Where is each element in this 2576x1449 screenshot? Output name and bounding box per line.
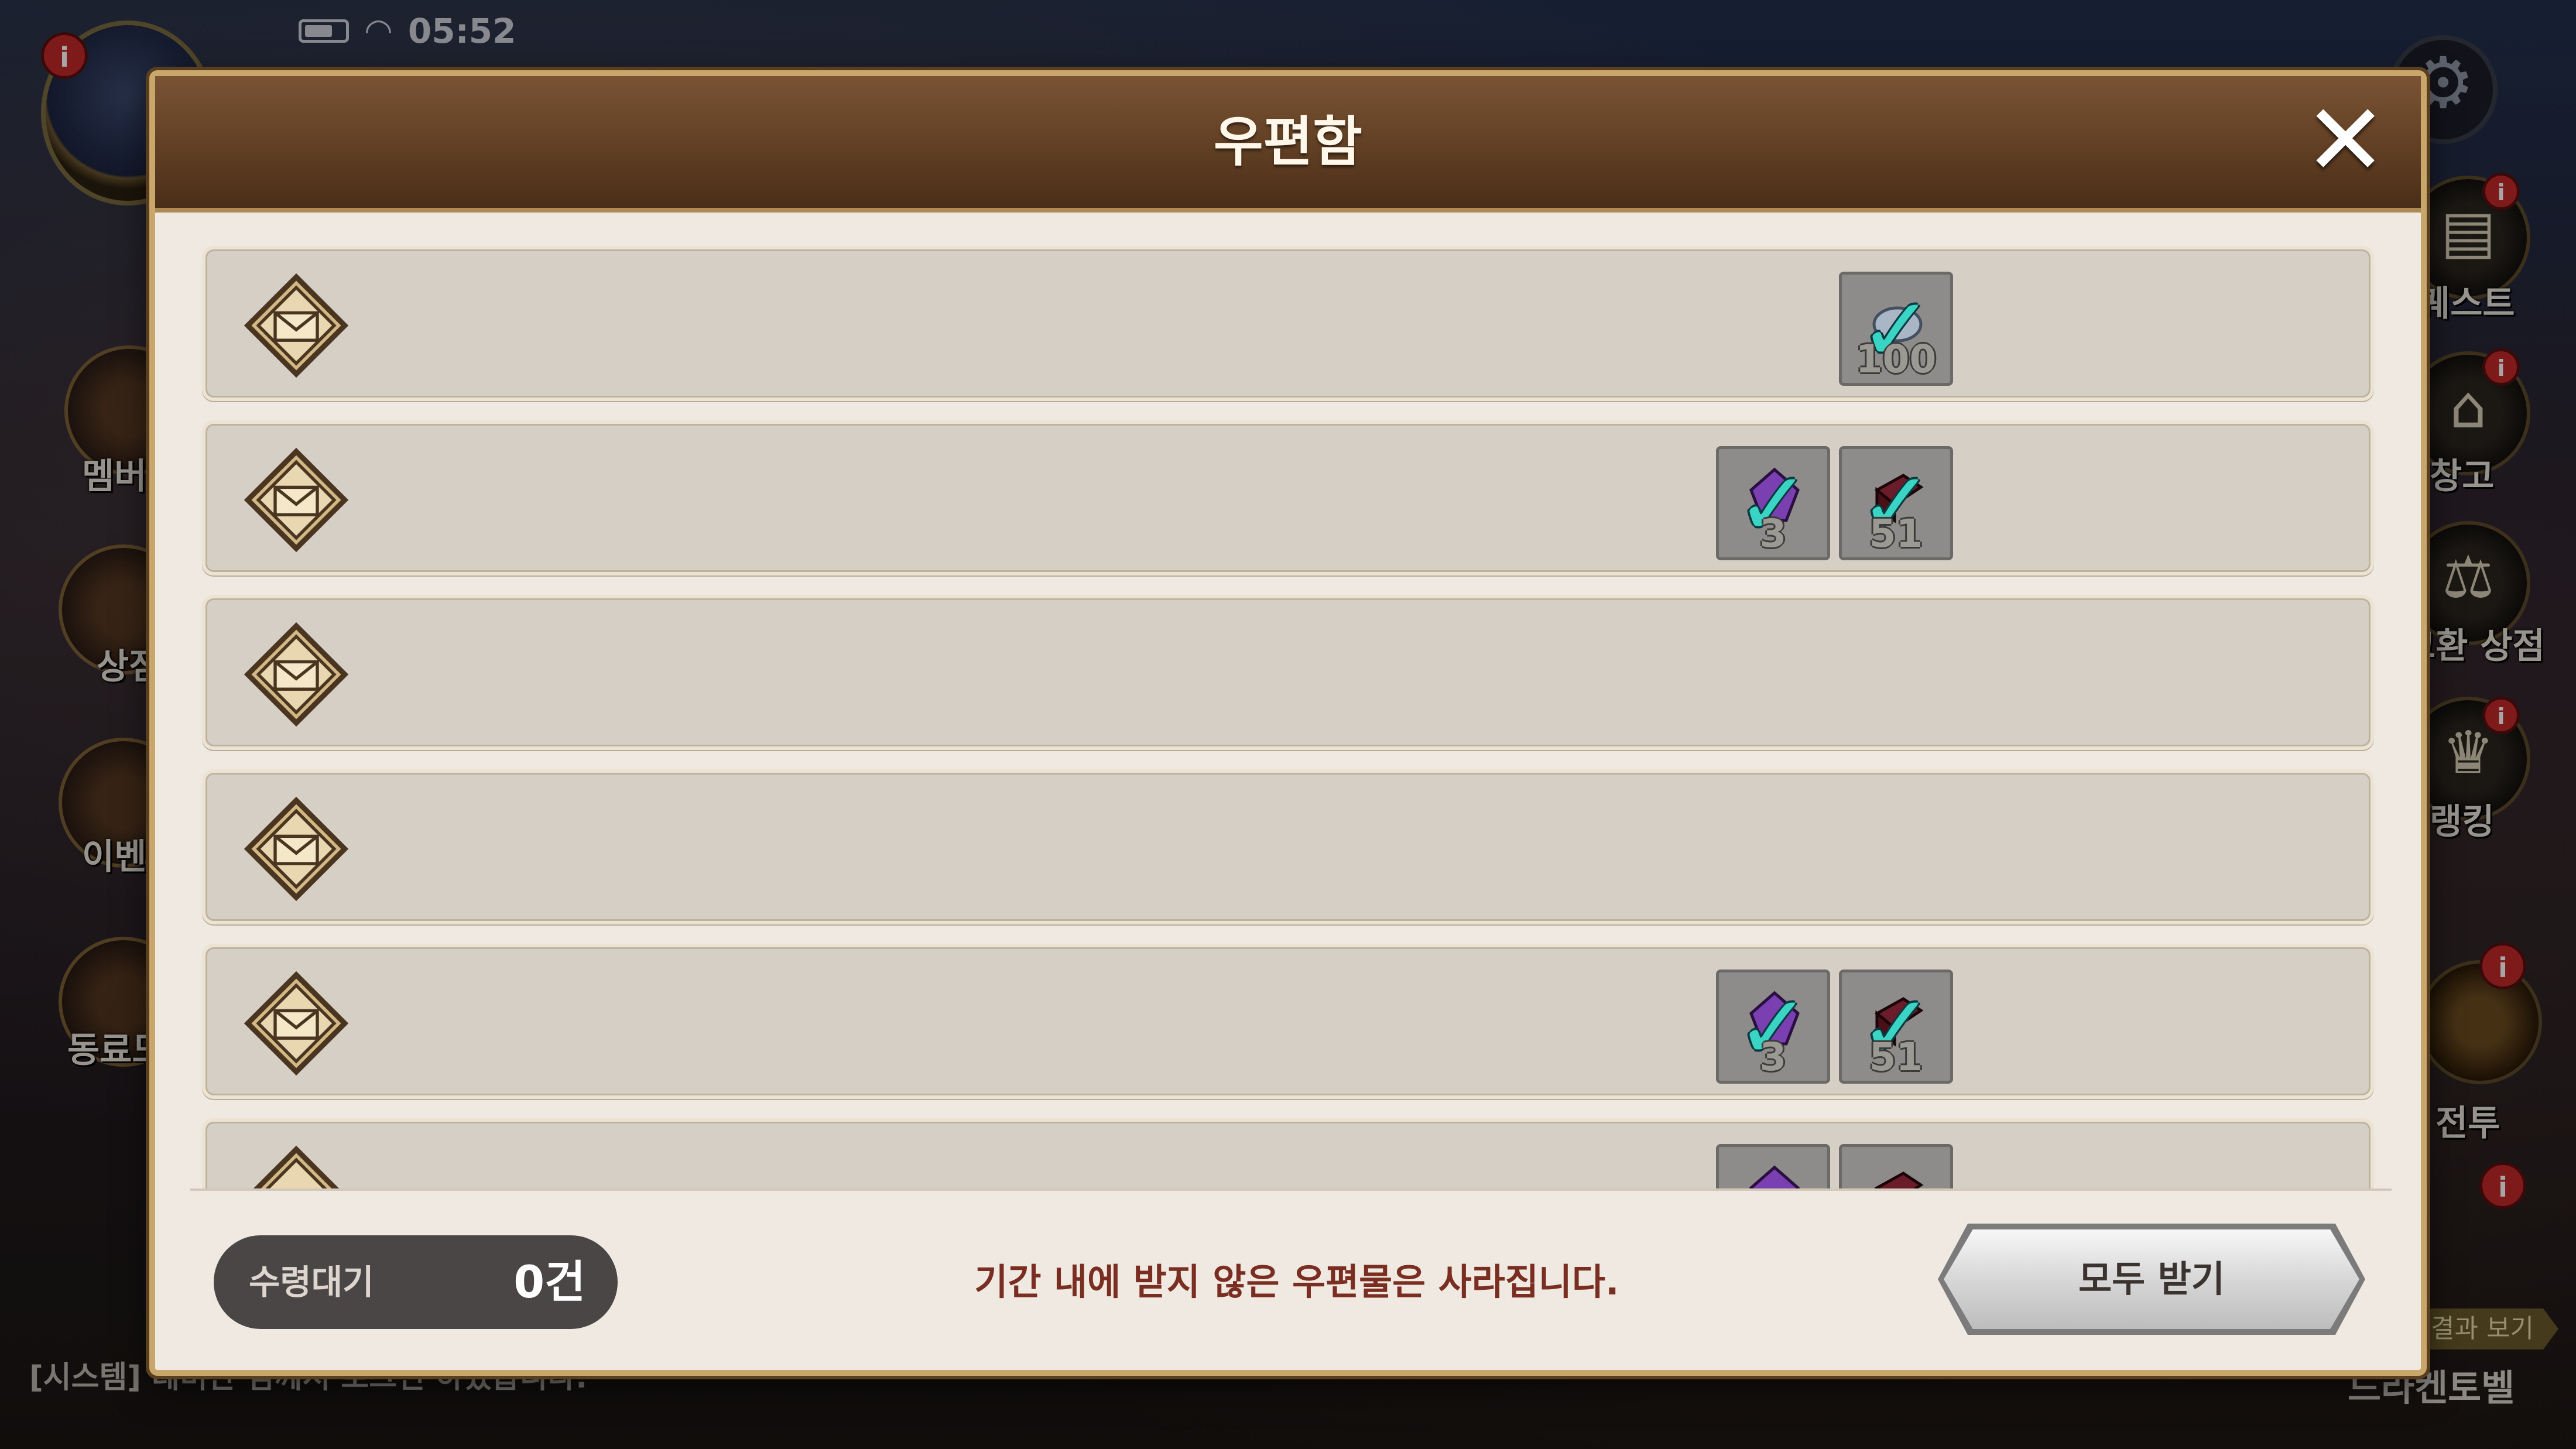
mail-row[interactable]: ✓ 3 ✓ 51: [202, 420, 2374, 576]
reward-slot: ✓ 100: [1839, 272, 1953, 386]
modal-title: 우편함: [1214, 111, 1362, 173]
dark-red-box-icon: [1874, 1171, 1924, 1188]
reward-slot: ✓ 51: [1839, 970, 1953, 1084]
purple-gem-icon: [1749, 1165, 1800, 1188]
mail-row[interactable]: [202, 595, 2374, 750]
mail-row[interactable]: ✓ 3 ✓ 51: [202, 944, 2374, 1099]
pending-counter: 수령대기 0건: [214, 1235, 618, 1329]
reward-slot: ✓ 3: [1716, 970, 1830, 1084]
close-icon[interactable]: ✕: [2304, 91, 2387, 190]
mail-row[interactable]: [202, 769, 2374, 924]
mailbox-modal: 우편함 ✕ ✓ 100 ✓ 3 ✓ 51 ✓ 3 ✓ 51 수령대기 0건 기간…: [149, 70, 2427, 1376]
envelope-icon: [244, 447, 349, 553]
mail-list[interactable]: ✓ 100 ✓ 3 ✓ 51 ✓ 3 ✓ 51: [190, 246, 2392, 1191]
reward-quantity: 100: [1855, 337, 1937, 382]
expiry-notice: 기간 내에 받지 않은 우편물은 사라집니다.: [974, 1260, 1619, 1303]
envelope-icon: [244, 273, 349, 378]
envelope-icon: [253, 1145, 340, 1188]
mail-row[interactable]: [202, 1118, 2374, 1188]
reward-quantity: 3: [1759, 511, 1787, 556]
reward-quantity: 3: [1759, 1034, 1787, 1080]
reward-quantity: 51: [1869, 1034, 1923, 1080]
envelope-icon: [244, 622, 349, 727]
envelope-icon: [244, 971, 349, 1076]
reward-slot: [1839, 1144, 1953, 1188]
mail-row[interactable]: ✓ 100: [202, 246, 2374, 401]
reward-quantity: 51: [1869, 511, 1923, 556]
reward-slot: ✓ 51: [1839, 446, 1953, 560]
reward-slot: [1716, 1144, 1830, 1188]
pending-count: 0건: [513, 1256, 585, 1308]
reward-slot: ✓ 3: [1716, 446, 1830, 560]
receive-all-button[interactable]: 모두 받기: [1944, 1229, 2359, 1329]
envelope-icon: [244, 796, 349, 902]
pending-label: 수령대기: [249, 1262, 374, 1302]
